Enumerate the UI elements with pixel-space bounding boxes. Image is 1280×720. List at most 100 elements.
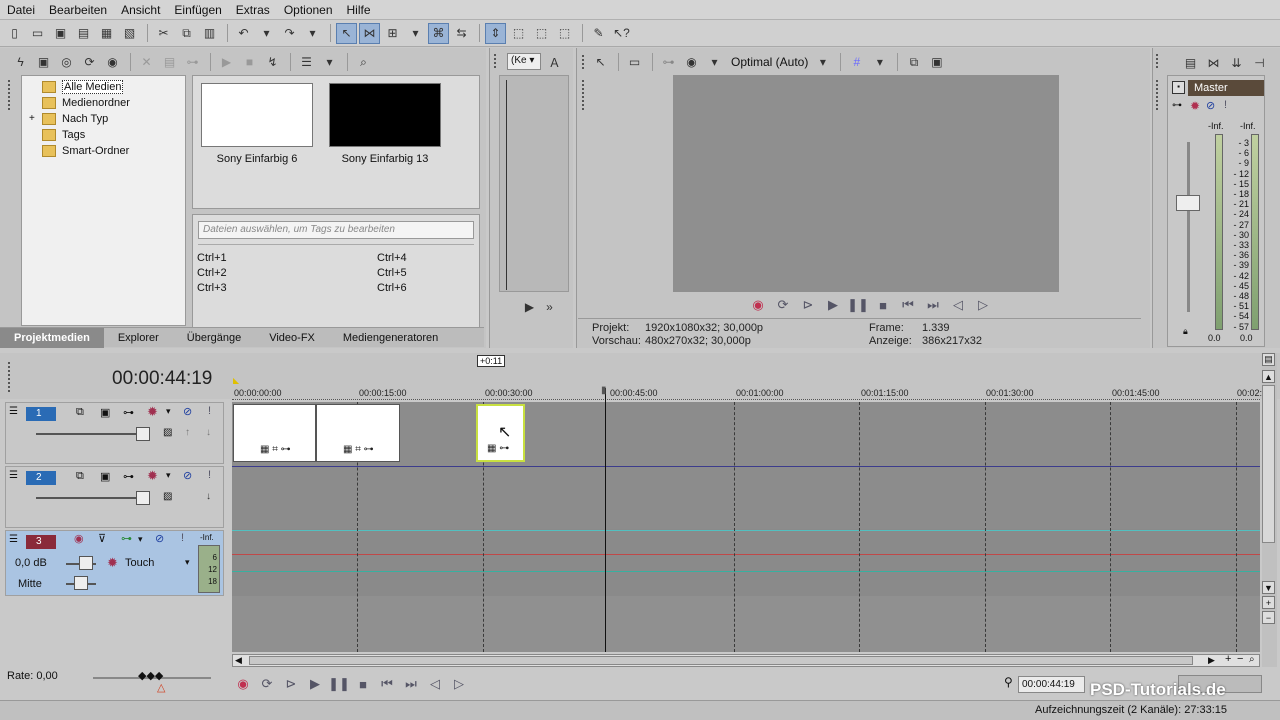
level-slider-handle[interactable]	[136, 491, 150, 505]
preview-side-grip[interactable]	[582, 80, 584, 110]
undo-icon[interactable]: ↶	[233, 23, 254, 44]
loop-icon[interactable]: ⟳	[773, 297, 793, 313]
trimmer-dropdown[interactable]: (Ke ▾	[507, 53, 541, 70]
track-fx-icon[interactable]: ✹	[147, 404, 158, 420]
mixer-lock-icon[interactable]: ⊣	[1249, 52, 1270, 73]
track-lane-audio-3[interactable]	[232, 529, 1260, 596]
play-icon[interactable]: ▶	[304, 674, 326, 694]
track-header-audio-3[interactable]: ☰ 3 ◉ ⊽ ⊶ ▾ ⊘ ! -Inf. 6 12 18 0,0 dB ✹ T…	[5, 530, 224, 596]
media-fx-icon[interactable]: ▤	[159, 52, 180, 73]
search-icon[interactable]: ⌕	[353, 52, 374, 73]
zoom-in-horizontal-icon[interactable]: +	[1225, 653, 1231, 665]
pause-icon[interactable]: ❚❚	[328, 674, 350, 694]
level-slider-handle[interactable]	[136, 427, 150, 441]
refresh-icon[interactable]: ⟳	[79, 52, 100, 73]
preview-quality-dropdown[interactable]: Optimal (Auto)	[731, 55, 808, 69]
arm-record-icon[interactable]: ◉	[74, 532, 84, 545]
automation-dropdown-icon[interactable]: ▾	[185, 557, 190, 568]
automation-mode[interactable]: Touch	[125, 557, 154, 569]
paste-icon[interactable]: ▥	[199, 23, 220, 44]
track-header-video-2[interactable]: ☰ 2 ⧉ ▣ ⊶ ✹ ▾ ⊘ ! ▨ ↓	[5, 466, 224, 528]
mute-track-icon[interactable]: ⊘	[183, 405, 192, 418]
grid-dropdown-icon[interactable]: ▾	[869, 52, 890, 73]
trimmer-zoom-icon[interactable]: Ａ	[544, 52, 565, 73]
trimmer-play-icon[interactable]: ▶	[519, 296, 540, 317]
bypass-fx-icon[interactable]: ⊶	[123, 406, 134, 419]
menu-optionen[interactable]: Optionen	[277, 3, 340, 17]
track-motion-icon[interactable]: ▣	[100, 406, 110, 419]
solo-track-icon[interactable]: !	[208, 405, 211, 417]
fx-chain-icon[interactable]: ⊶	[1172, 100, 1182, 111]
next-frame-icon[interactable]: ▷	[448, 674, 470, 694]
mixer-side-grip[interactable]	[1156, 80, 1158, 110]
tree-item-tags[interactable]: Tags	[42, 127, 85, 142]
automation-gear-icon[interactable]: ✹	[107, 555, 118, 571]
redo-dropdown-icon[interactable]: ▾	[302, 23, 323, 44]
quality-dropdown-icon[interactable]: ▾	[812, 52, 833, 73]
timeline-grip[interactable]	[8, 362, 10, 392]
envelope-tool-icon[interactable]: ⋈	[359, 22, 380, 44]
overlay-dropdown-icon[interactable]: ▾	[704, 52, 725, 73]
make-child-icon[interactable]: ↓	[206, 427, 211, 438]
previous-frame-icon[interactable]: ◁	[424, 674, 446, 694]
menu-hilfe[interactable]: Hilfe	[340, 3, 378, 17]
pause-icon[interactable]: ❚❚	[847, 297, 869, 313]
trimmer-forward-icon[interactable]: »	[539, 296, 560, 317]
motion-blur-icon[interactable]: ⧉	[76, 406, 84, 419]
cut-icon[interactable]: ✂	[153, 23, 174, 44]
grid-icon[interactable]: #	[846, 52, 867, 73]
tag-input[interactable]: Dateien auswählen, um Tags zu bearbeiten	[198, 221, 474, 239]
stop-icon[interactable]: ■	[352, 674, 374, 694]
snapping-icon[interactable]: ⊞	[382, 23, 403, 44]
loop-icon[interactable]: ⟳	[256, 674, 278, 694]
fx-dropdown-icon[interactable]: ▾	[166, 406, 171, 417]
track-fx-icon[interactable]: ✹	[147, 468, 158, 484]
save-icon[interactable]: ▣	[50, 23, 71, 44]
tab-uebergaenge[interactable]: Übergänge	[173, 328, 255, 348]
envelope-edit-icon[interactable]: ⬚	[554, 23, 575, 44]
solo-track-icon[interactable]: !	[208, 469, 211, 481]
play-from-start-icon[interactable]: ⊳	[280, 674, 302, 694]
timeline-vertical-scrollbar[interactable]: ▤ ▲ ▼ + −	[1262, 353, 1277, 667]
media-thumbnail-white[interactable]	[201, 83, 313, 147]
mute-track-icon[interactable]: ⊘	[155, 532, 164, 545]
copy-icon[interactable]: ⧉	[176, 23, 197, 44]
undo-dropdown-icon[interactable]: ▾	[256, 23, 277, 44]
selection-tool-icon[interactable]: ⬚	[508, 23, 529, 44]
external-monitor-icon[interactable]: ▭	[624, 52, 645, 73]
timeline-empty-area[interactable]	[232, 596, 1260, 652]
record-icon[interactable]: ◉	[748, 297, 768, 313]
fx-dropdown-icon[interactable]: ▾	[138, 534, 143, 545]
play-preview-icon[interactable]: ▶	[216, 52, 237, 73]
cursor-handle-icon[interactable]: ▮	[601, 385, 607, 396]
track-menu-icon[interactable]: ☰	[9, 534, 18, 545]
play-icon[interactable]: ▶	[823, 297, 843, 313]
trimmer-grip[interactable]	[494, 54, 496, 68]
solo-icon[interactable]: !	[1224, 99, 1227, 111]
stop-preview-icon[interactable]: ■	[239, 52, 260, 73]
scroll-up-icon[interactable]: ▲	[1262, 370, 1275, 383]
zoom-in-vertical-icon[interactable]: +	[1262, 596, 1275, 609]
compositing-mode-icon[interactable]: ▨	[163, 427, 172, 438]
redo-icon[interactable]: ↷	[279, 23, 300, 44]
mute-track-icon[interactable]: ⊘	[183, 469, 192, 482]
track-menu-icon[interactable]: ☰	[9, 406, 18, 417]
preview-grip[interactable]	[582, 55, 584, 69]
tree-item-nach-typ[interactable]: + Nach Typ	[29, 111, 108, 126]
auto-preview-icon[interactable]: ↯	[262, 52, 283, 73]
lightning-icon[interactable]: ϟ	[10, 52, 31, 73]
lock-icon[interactable]: 🔒︎	[1183, 326, 1188, 337]
explorer-grip[interactable]	[8, 80, 10, 110]
volume-slider-handle[interactable]	[79, 556, 93, 570]
views-icon[interactable]: ☰	[296, 52, 317, 73]
timeline-horizontal-scrollbar[interactable]: ◀ ▶ + − ⌕	[232, 653, 1260, 667]
properties-icon[interactable]: ▧	[119, 23, 140, 44]
plugin-icon[interactable]: ⊶	[182, 52, 203, 73]
zoom-out-vertical-icon[interactable]: −	[1262, 611, 1275, 624]
copy-snapshot-icon[interactable]: ⧉	[903, 52, 924, 73]
mixer-downmix-icon[interactable]: ⋈	[1203, 52, 1224, 73]
track-header-video-1[interactable]: ☰ 1 ⧉ ▣ ⊶ ✹ ▾ ⊘ ! ▨ ↑ ↓	[5, 402, 224, 464]
make-parent-icon[interactable]: ↑	[185, 427, 190, 438]
audio-fx-icon[interactable]: ⊶	[121, 532, 132, 545]
bypass-fx-icon[interactable]: ⊶	[123, 470, 134, 483]
